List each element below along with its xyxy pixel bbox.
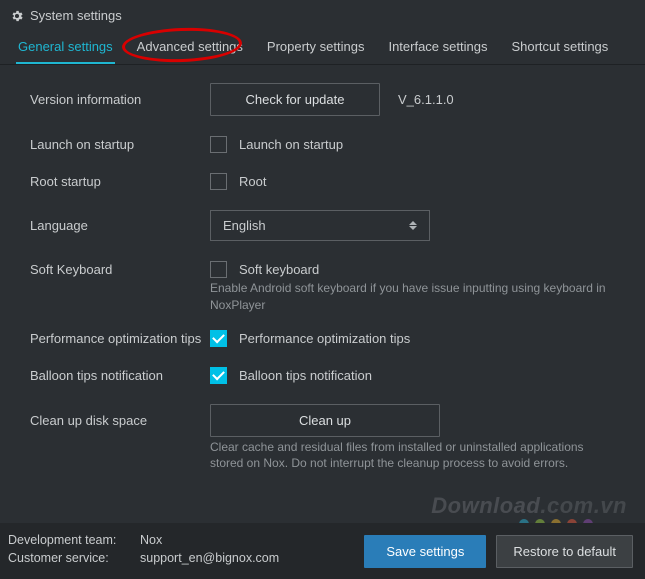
label-language: Language xyxy=(30,218,210,233)
language-select[interactable]: English xyxy=(210,210,430,241)
footer-info: Development team: Nox Customer service: … xyxy=(8,533,279,569)
row-language: Language English xyxy=(30,210,623,241)
row-version: Version information Check for update V_6… xyxy=(30,83,623,116)
restore-default-button[interactable]: Restore to default xyxy=(496,535,633,568)
tab-property[interactable]: Property settings xyxy=(255,29,377,64)
dev-team-value: Nox xyxy=(140,533,162,547)
row-soft-keyboard: Soft Keyboard Soft keyboard xyxy=(30,261,623,278)
content: Version information Check for update V_6… xyxy=(0,65,645,496)
label-launch-startup: Launch on startup xyxy=(30,137,210,152)
checkbox-balloon-tips[interactable] xyxy=(210,367,227,384)
cleanup-help: Clear cache and residual files from inst… xyxy=(210,439,623,473)
footer: Development team: Nox Customer service: … xyxy=(0,523,645,579)
checkbox-soft-keyboard[interactable] xyxy=(210,261,227,278)
checkbox-root[interactable] xyxy=(210,173,227,190)
dev-team-label: Development team: xyxy=(8,533,126,547)
tab-shortcut[interactable]: Shortcut settings xyxy=(499,29,620,64)
tab-general[interactable]: General settings xyxy=(6,29,125,64)
checkbox-balloon-tips-label: Balloon tips notification xyxy=(239,368,372,383)
checkbox-launch-startup[interactable] xyxy=(210,136,227,153)
row-cleanup: Clean up disk space Clean up xyxy=(30,404,623,437)
row-launch-startup: Launch on startup Launch on startup xyxy=(30,136,623,153)
gear-icon xyxy=(10,9,24,23)
version-text: V_6.1.1.0 xyxy=(398,92,454,107)
footer-buttons: Save settings Restore to default xyxy=(364,535,633,568)
label-cleanup: Clean up disk space xyxy=(30,413,210,428)
row-root: Root startup Root xyxy=(30,173,623,190)
language-value: English xyxy=(223,218,266,233)
checkbox-soft-keyboard-label: Soft keyboard xyxy=(239,262,319,277)
watermark: Download.com.vn xyxy=(431,493,627,519)
save-button[interactable]: Save settings xyxy=(364,535,486,568)
soft-keyboard-help: Enable Android soft keyboard if you have… xyxy=(210,280,623,314)
checkbox-launch-startup-label: Launch on startup xyxy=(239,137,343,152)
label-balloon-tips: Balloon tips notification xyxy=(30,368,210,383)
customer-service-label: Customer service: xyxy=(8,551,126,565)
checkbox-perf-tips-label: Performance optimization tips xyxy=(239,331,410,346)
watermark-ext: .com.vn xyxy=(540,493,627,518)
checkbox-perf-tips[interactable] xyxy=(210,330,227,347)
checkbox-root-label: Root xyxy=(239,174,266,189)
tabs: General settings Advanced settings Prope… xyxy=(0,29,645,65)
label-perf-tips: Performance optimization tips xyxy=(30,331,210,346)
check-update-button[interactable]: Check for update xyxy=(210,83,380,116)
row-balloon-tips: Balloon tips notification Balloon tips n… xyxy=(30,367,623,384)
tab-advanced[interactable]: Advanced settings xyxy=(125,29,255,64)
label-root: Root startup xyxy=(30,174,210,189)
customer-service-value: support_en@bignox.com xyxy=(140,551,279,565)
cleanup-button[interactable]: Clean up xyxy=(210,404,440,437)
label-soft-keyboard: Soft Keyboard xyxy=(30,262,210,277)
label-version: Version information xyxy=(30,92,210,107)
chevron-updown-icon xyxy=(409,221,417,230)
tab-interface[interactable]: Interface settings xyxy=(376,29,499,64)
window-title: System settings xyxy=(30,8,122,23)
row-perf-tips: Performance optimization tips Performanc… xyxy=(30,330,623,347)
titlebar: System settings xyxy=(0,0,645,29)
watermark-text: Download xyxy=(431,493,540,518)
